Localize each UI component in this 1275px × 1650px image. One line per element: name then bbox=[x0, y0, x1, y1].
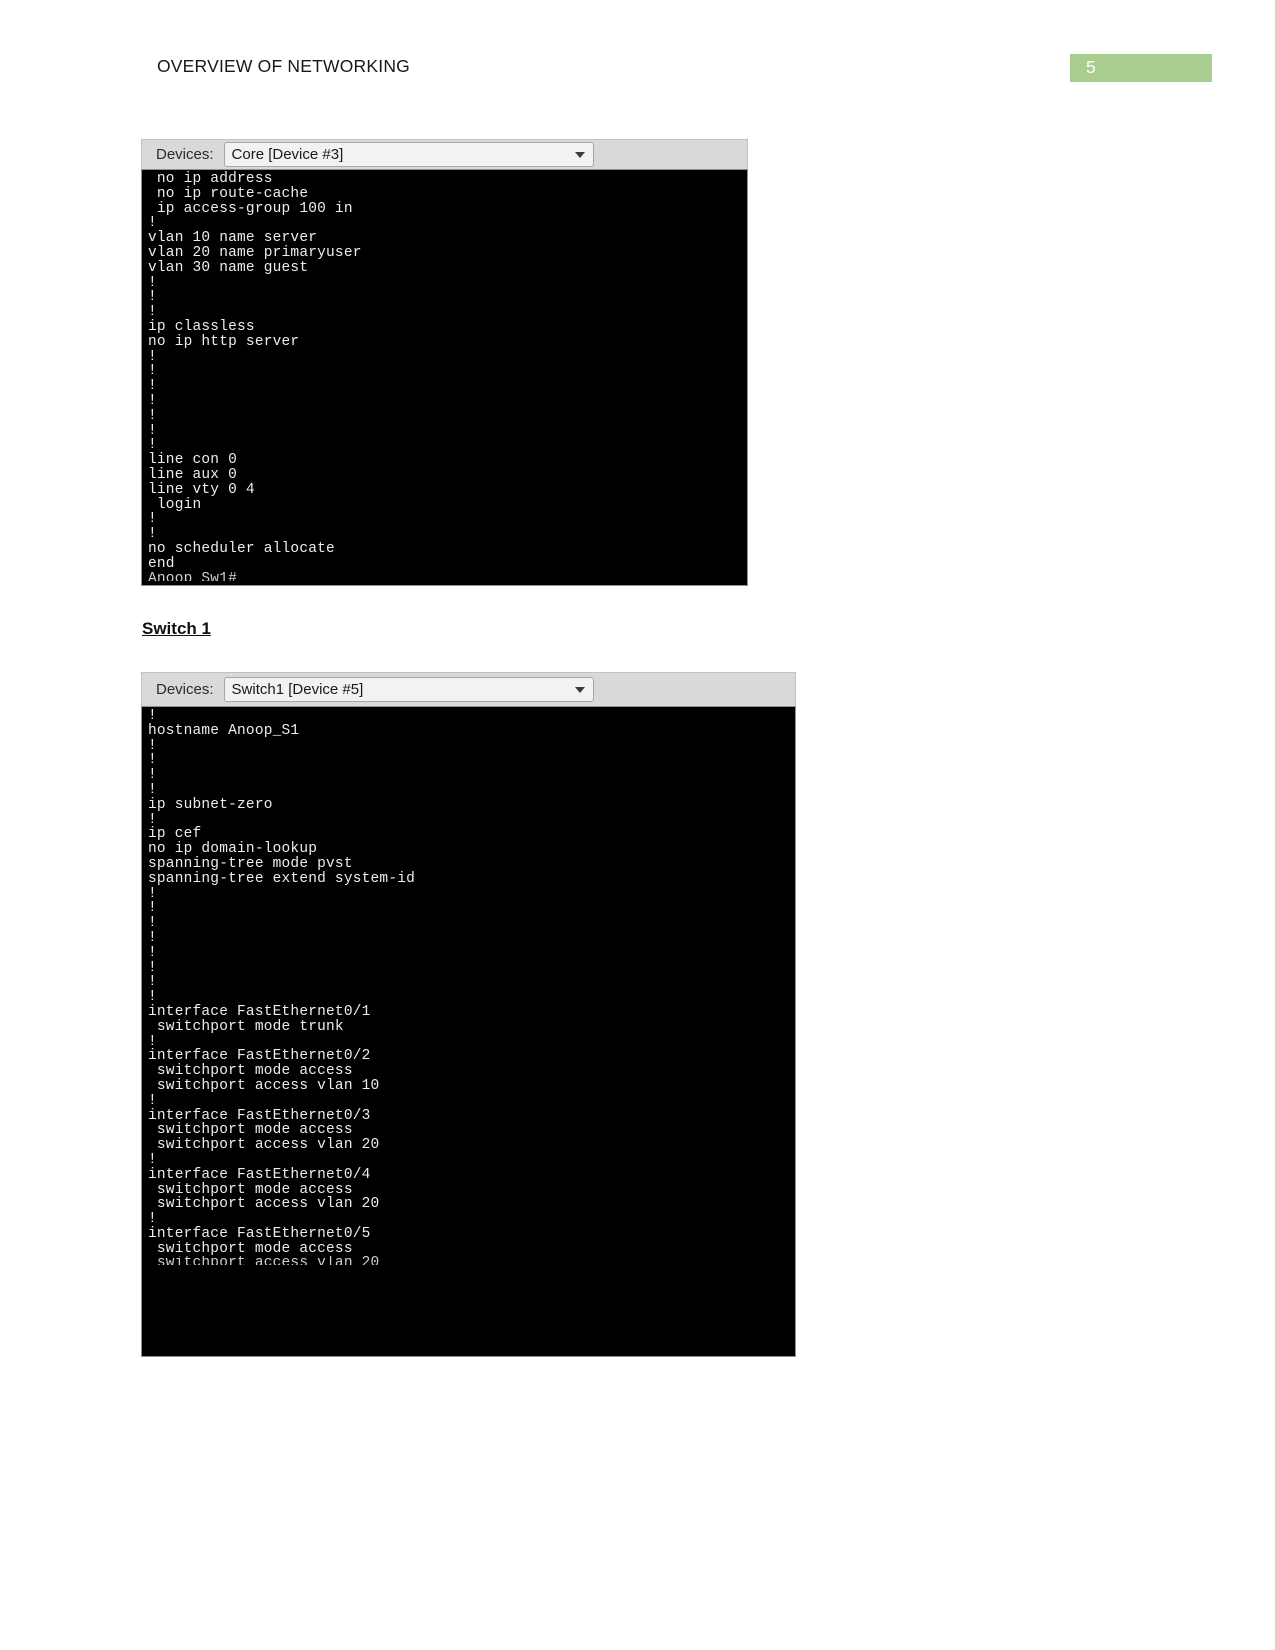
terminal-line: interface FastEthernet0/5 bbox=[148, 1225, 371, 1242]
terminal-line: ! bbox=[148, 752, 157, 769]
terminal-line: no ip domain-lookup bbox=[148, 841, 318, 858]
terminal-line: ! bbox=[148, 1151, 157, 1168]
terminal-line: switchport access vlan 20 bbox=[148, 1196, 380, 1213]
terminal-line: ! bbox=[148, 885, 157, 902]
terminal-line: switchport mode trunk bbox=[148, 1018, 344, 1035]
terminal-line: ! bbox=[148, 422, 157, 439]
terminal-line: end bbox=[148, 555, 175, 572]
terminal-line: ! bbox=[148, 289, 157, 306]
switch1-device-toolbar: Devices: Switch1 [Device #5] bbox=[141, 672, 796, 706]
terminal-line: hostname Anoop_S1 bbox=[148, 722, 300, 739]
terminal-line: ! bbox=[148, 929, 157, 946]
terminal-line: interface FastEthernet0/1 bbox=[148, 1003, 371, 1020]
terminal-line: ! bbox=[148, 526, 157, 543]
terminal-line: ! bbox=[148, 437, 157, 454]
device-select-value: Switch1 [Device #5] bbox=[231, 681, 364, 698]
terminal-line: switchport mode access bbox=[148, 1240, 353, 1257]
devices-label: Devices: bbox=[156, 681, 214, 698]
core-device-toolbar: Devices: Core [Device #3] bbox=[141, 139, 748, 169]
terminal-line: vlan 20 name primaryuser bbox=[148, 244, 362, 261]
terminal-line: ! bbox=[148, 959, 157, 976]
terminal-line: ! bbox=[148, 274, 157, 291]
terminal-line: ! bbox=[148, 378, 157, 395]
terminal-line: ! bbox=[148, 781, 157, 798]
chevron-down-icon[interactable] bbox=[574, 686, 585, 693]
terminal-line: ip access-group 100 in bbox=[148, 200, 353, 217]
heading-switch-1: Switch 1 bbox=[142, 619, 211, 638]
terminal-line: ! bbox=[148, 215, 157, 232]
chevron-down-icon[interactable] bbox=[574, 151, 585, 158]
terminal-line: login bbox=[148, 496, 202, 513]
terminal-line: Anoop_Sw1# bbox=[148, 571, 238, 581]
device-select-value: Core [Device #3] bbox=[231, 146, 344, 163]
terminal-line: no ip address bbox=[148, 171, 273, 187]
terminal-line: spanning-tree extend system-id bbox=[148, 870, 416, 887]
terminal-line: ! bbox=[148, 304, 157, 321]
terminal-line: ! bbox=[148, 1033, 157, 1050]
terminal-line: switchport access vlan 20 bbox=[148, 1137, 380, 1154]
terminal-line: ! bbox=[148, 1092, 157, 1109]
terminal-line: line aux 0 bbox=[148, 466, 238, 483]
terminal-line: ! bbox=[148, 737, 157, 754]
device-select-switch1[interactable]: Switch1 [Device #5] bbox=[223, 677, 594, 702]
terminal-line: ! bbox=[148, 974, 157, 991]
terminal-line: ! bbox=[148, 392, 157, 409]
core-terminal-lines: no ip address no ip route-cache ip acces… bbox=[142, 170, 747, 581]
terminal-line: ip cef bbox=[148, 826, 202, 843]
terminal-line: line vty 0 4 bbox=[148, 481, 255, 498]
terminal-line: ! bbox=[148, 811, 157, 828]
terminal-line: ! bbox=[148, 1211, 157, 1228]
terminal-line: ! bbox=[148, 708, 157, 724]
devices-label: Devices: bbox=[156, 146, 214, 163]
terminal-line: no scheduler allocate bbox=[148, 540, 335, 557]
page-number-badge: 5 bbox=[1070, 54, 1212, 82]
terminal-line: switchport mode access bbox=[148, 1181, 353, 1198]
terminal-line: switchport access vlan 10 bbox=[148, 1077, 380, 1094]
terminal-line: ip subnet-zero bbox=[148, 796, 273, 813]
terminal-line: vlan 10 name server bbox=[148, 230, 318, 247]
terminal-line: interface FastEthernet0/2 bbox=[148, 1048, 371, 1065]
terminal-line: no ip http server bbox=[148, 333, 300, 350]
core-device-window: Devices: Core [Device #3] no ip address … bbox=[141, 139, 748, 586]
terminal-line: vlan 30 name guest bbox=[148, 259, 309, 276]
terminal-line: switchport mode access bbox=[148, 1122, 353, 1139]
page-title: OVERVIEW OF NETWORKING bbox=[157, 56, 410, 76]
terminal-line: ! bbox=[148, 407, 157, 424]
core-terminal-output: no ip address no ip route-cache ip acces… bbox=[141, 169, 748, 586]
terminal-line: no ip route-cache bbox=[148, 185, 309, 202]
switch1-terminal-output: ! hostname Anoop_S1!!!! ip subnet-zero! ip … bbox=[141, 706, 796, 1357]
terminal-line: spanning-tree mode pvst bbox=[148, 855, 353, 872]
terminal-line: switchport mode access bbox=[148, 1063, 353, 1080]
terminal-line: ! bbox=[148, 348, 157, 365]
terminal-line-clipped: Anoop_Sw1# bbox=[148, 572, 747, 581]
switch1-terminal-lines: ! hostname Anoop_S1!!!! ip subnet-zero! ip … bbox=[142, 707, 795, 1266]
terminal-line: interface FastEthernet0/4 bbox=[148, 1166, 371, 1183]
terminal-line: ! bbox=[148, 989, 157, 1006]
page-number: 5 bbox=[1086, 57, 1096, 77]
terminal-line: line con 0 bbox=[148, 452, 238, 469]
terminal-line: interface FastEthernet0/3 bbox=[148, 1107, 371, 1124]
terminal-line: switchport access vlan 20 bbox=[148, 1256, 380, 1266]
terminal-line: ! bbox=[148, 767, 157, 784]
terminal-line: ! bbox=[148, 900, 157, 917]
terminal-line: ip classless bbox=[148, 318, 255, 335]
terminal-line-clipped: switchport access vlan 20 bbox=[148, 1256, 795, 1265]
terminal-line: ! bbox=[148, 511, 157, 528]
switch1-device-window: Devices: Switch1 [Device #5] ! hostname A… bbox=[141, 672, 796, 1357]
terminal-line: ! bbox=[148, 944, 157, 961]
terminal-line: ! bbox=[148, 363, 157, 380]
terminal-line: ! bbox=[148, 915, 157, 932]
page-header: OVERVIEW OF NETWORKING 5 bbox=[0, 54, 1275, 88]
device-select-core[interactable]: Core [Device #3] bbox=[223, 142, 594, 167]
